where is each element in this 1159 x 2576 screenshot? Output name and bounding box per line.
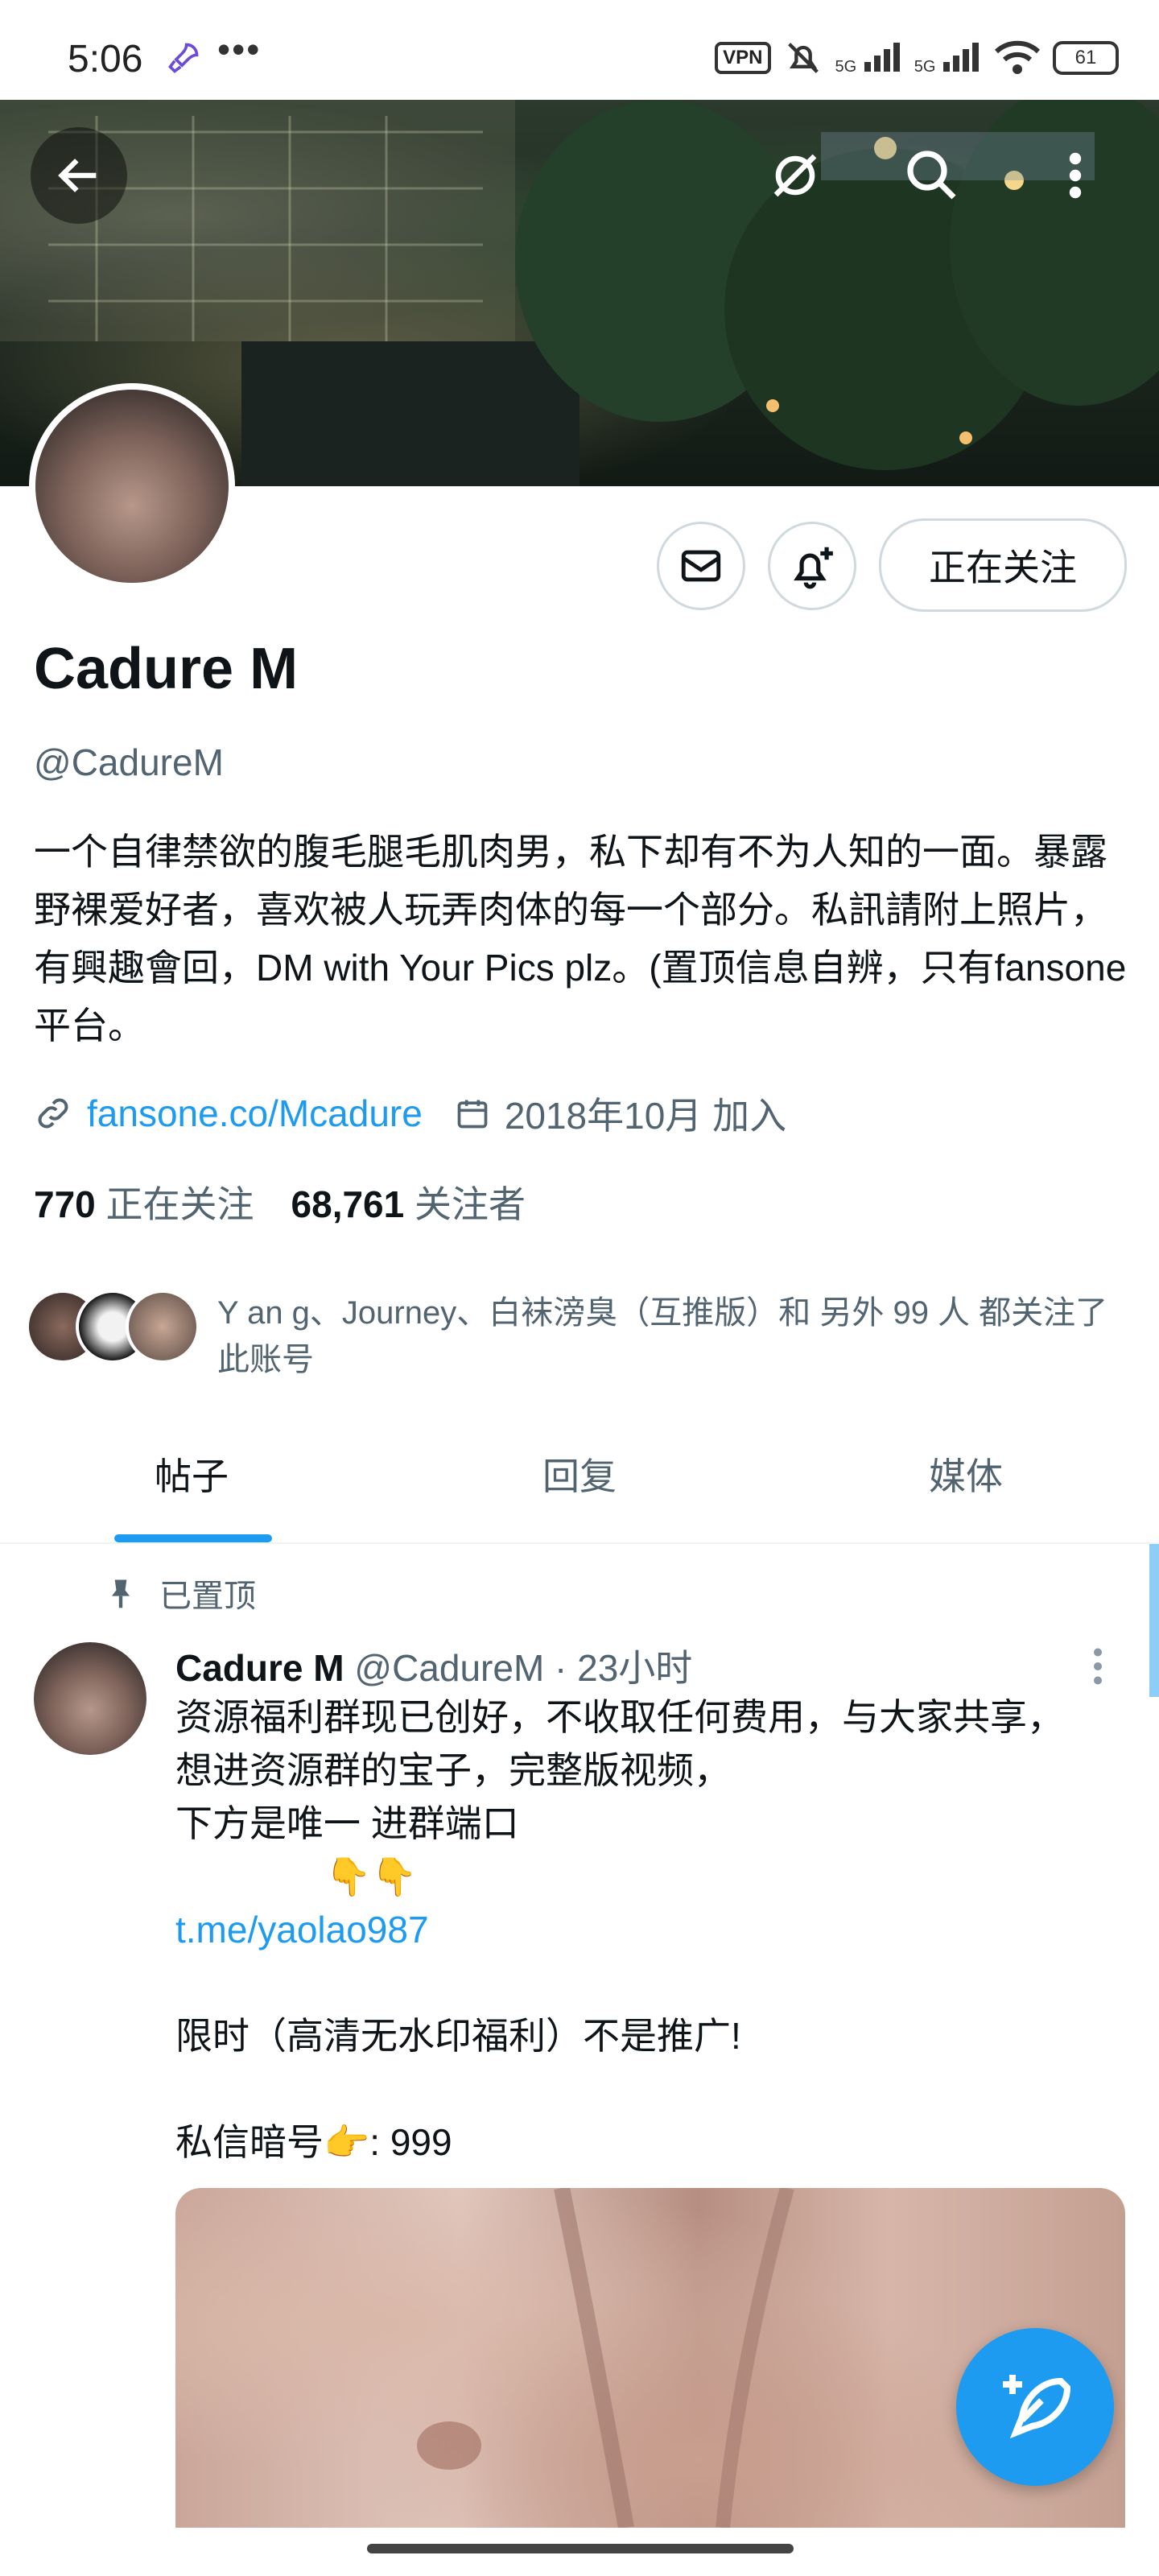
calendar-icon [457,1100,488,1129]
profile-handle: @CadureM [34,741,224,783]
status-time: 5:06 [68,38,143,80]
notifications-button[interactable] [768,522,856,610]
vpn-badge: VPN [715,42,771,74]
search-button[interactable] [884,127,980,224]
signal-bars-icon [864,43,900,72]
tab-label: 媒体 [929,1455,1003,1497]
bell-plus-icon [794,547,833,589]
feather-plus-icon [1003,2375,1071,2439]
tab-label: 帖子 [155,1455,229,1497]
battery-indicator: 61 [1053,41,1119,75]
arrow-left-icon [58,159,97,192]
followers-count: 68,761 [291,1183,405,1225]
post-text-line: 资源福利群现已创好，不收取任何费用，与大家共享， [175,1696,1064,1738]
cell-signal-2: 5G [914,39,982,76]
post-time: · 23小时 [555,1647,693,1689]
home-indicator[interactable] [367,2544,794,2553]
link-icon [38,1098,68,1129]
search-icon [907,151,956,200]
profile-meta: fansone.co/Mcadure 2018年10月 加入 [34,1087,786,1140]
compose-post-button[interactable] [956,2328,1114,2486]
following-stat[interactable]: 770 正在关注 [34,1175,254,1228]
status-bar: 5:06 ••• VPN 5G 5G 61 [0,0,1159,100]
tab-media[interactable]: 媒体 [773,1406,1159,1542]
post-handle: @CadureM [354,1647,545,1689]
followers-stat[interactable]: 68,761 关注者 [291,1175,526,1228]
post-link[interactable]: t.me/yaolao987 [175,1903,1125,1956]
signal-label-2: 5G [914,58,936,76]
tab-label: 回复 [542,1455,617,1497]
profile-tabs: 帖子 回复 媒体 [0,1406,1159,1544]
signal-bars-icon [943,43,979,72]
post-avatar[interactable] [34,1642,146,1755]
followers-you-know-text: Y an g、Journey、白袜滂臭（互推版）和 另外 99 人 都关注了此账… [217,1295,1108,1377]
rocket-icon [168,43,199,73]
envelope-icon [681,550,721,582]
followers-you-know[interactable]: Y an g、Journey、白袜滂臭（互推版）和 另外 99 人 都关注了此账… [26,1290,1136,1383]
post-text-line: 下方是唯一 进群端口 [175,1802,519,1844]
profile-website-link[interactable]: fansone.co/Mcadure [87,1092,423,1135]
active-tab-indicator [114,1534,272,1542]
tab-posts[interactable]: 帖子 [0,1406,386,1542]
scrollbar[interactable] [1149,1544,1159,1697]
post-text-line: 限时（高清无水印福利）不是推广! [175,2015,741,2057]
pinned-indicator: 已置顶 [103,1570,256,1616]
signal-label-1: 5G [835,58,857,76]
more-status-icon: ••• [217,28,262,70]
status-icons: VPN 5G 5G 61 [715,35,1119,80]
profile-avatar[interactable] [29,383,235,589]
avatar [126,1290,200,1364]
profile-stats: 770 正在关注 68,761 关注者 [34,1175,526,1228]
joined-date: 2018年10月 加入 [504,1095,787,1137]
kebab-menu-icon [1094,1648,1102,1685]
following-button[interactable]: 正在关注 [879,518,1127,612]
grok-button[interactable] [747,127,843,224]
post-body: 资源福利群现已创好，不收取任何费用，与大家共享， 想进资源群的宝子，完整版视频，… [175,1690,1125,2169]
back-button[interactable] [31,127,127,224]
profile-name: Cadure M [34,637,299,701]
post-header: Cadure M @CadureM · 23小时 [175,1639,692,1692]
cell-signal-1: 5G [835,39,903,76]
grok-icon [773,154,817,197]
kebab-menu-icon [1069,152,1082,199]
post-author[interactable]: Cadure M [175,1647,344,1689]
wifi-icon [994,40,1041,74]
tab-replies[interactable]: 回复 [386,1406,773,1542]
post-text-line: 私信暗号👉: 999 [175,2121,452,2163]
avatar-photo [35,390,229,583]
bell-muted-icon [787,43,819,73]
post-text-line: 想进资源群的宝子，完整版视频， [175,1749,731,1791]
followers-label: 关注者 [415,1183,526,1225]
post-more-button[interactable] [1088,1642,1107,1695]
following-count: 770 [34,1183,96,1225]
message-button[interactable] [657,522,745,610]
pinned-label: 已置顶 [159,1579,256,1614]
profile-bio: 一个自律禁欲的腹毛腿毛肌肉男，私下却有不为人知的一面。暴露野裸爱好者，喜欢被人玩… [34,831,1127,1046]
following-label: 正在关注 [105,1183,254,1225]
pointing-down-emoji: 👇👇 [325,1856,418,1897]
more-options-button[interactable] [1027,127,1124,224]
pin-icon [112,1579,130,1608]
